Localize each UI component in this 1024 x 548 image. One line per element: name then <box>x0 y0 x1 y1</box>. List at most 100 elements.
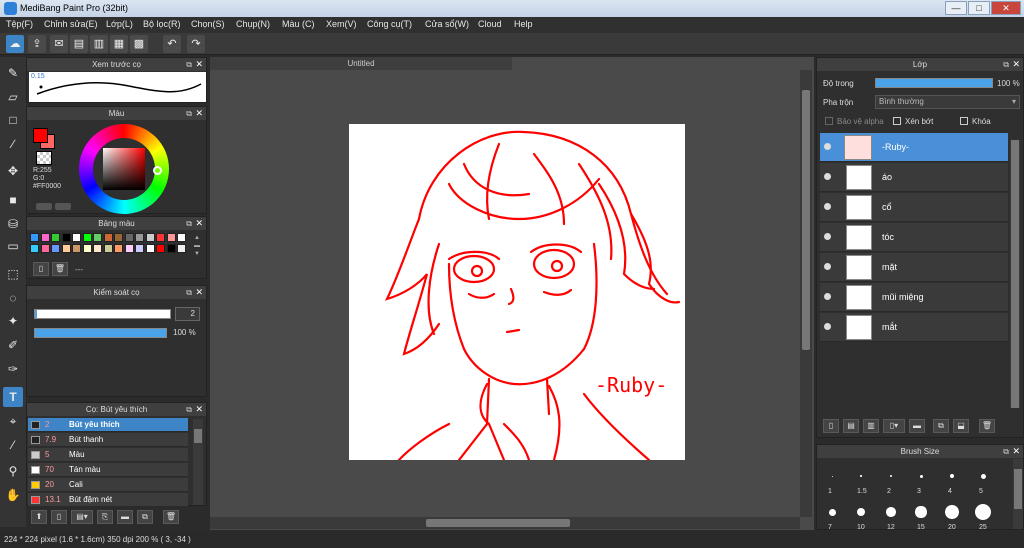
folder-icon[interactable]: ▬ <box>117 510 133 524</box>
palette-swatch[interactable] <box>166 233 176 242</box>
palette-swatch[interactable] <box>114 244 123 253</box>
cloud-icon[interactable]: ☁ <box>6 35 24 53</box>
copy-brush-icon[interactable]: ⎘ <box>97 510 113 524</box>
close-icon[interactable]: ✕ <box>195 107 203 120</box>
palette-swatch[interactable] <box>72 244 81 253</box>
menu-view[interactable]: Xem(V) <box>326 19 357 29</box>
menu-tools[interactable]: Công cụ(T) <box>367 19 412 29</box>
merge-layer-icon[interactable]: ⬓ <box>953 419 969 433</box>
palette-swatch[interactable] <box>51 244 60 253</box>
float-icon[interactable]: ⧉ <box>186 58 192 71</box>
layer-item[interactable]: áo <box>820 163 1008 192</box>
brush-list-item[interactable]: 20 Cali <box>28 478 188 492</box>
visibility-eye-icon[interactable] <box>824 323 831 330</box>
redo-icon[interactable]: ↷ <box>187 35 205 53</box>
fill-rect-tool-icon[interactable]: ■ <box>3 190 23 210</box>
brush-size-preset[interactable] <box>831 475 833 477</box>
page-icon[interactable]: ▥ <box>90 35 108 53</box>
palette-swatch[interactable] <box>124 244 134 253</box>
brush-size-preset[interactable] <box>980 473 986 479</box>
brush-list-item[interactable]: 7.9 Bút thanh <box>28 433 188 447</box>
transparent-color-swatch[interactable] <box>36 151 52 165</box>
bucket-tool-icon[interactable]: ⛁ <box>3 214 23 234</box>
duplicate-layer-icon[interactable]: ⧉ <box>933 419 949 433</box>
new-8bit-layer-icon[interactable]: ▥ <box>863 419 879 433</box>
select-rect-tool-icon[interactable]: ⬚ <box>3 264 23 284</box>
visibility-eye-icon[interactable] <box>824 173 831 180</box>
palette-swatch[interactable] <box>82 233 92 242</box>
dot-tool-icon[interactable]: ∕ <box>3 134 23 154</box>
new-halftone-layer-icon[interactable]: ▤ <box>843 419 859 433</box>
lasso-tool-icon[interactable]: ◌ <box>3 288 23 308</box>
float-icon[interactable]: ⧉ <box>1003 58 1009 71</box>
menu-window[interactable]: Cửa sổ(W) <box>425 19 469 29</box>
palette-swatch[interactable] <box>93 233 102 242</box>
brush-list-item[interactable]: 2 Bút yêu thích <box>28 418 188 432</box>
brush-size-preset[interactable] <box>950 474 954 478</box>
vertical-scrollbar[interactable] <box>800 70 812 517</box>
lock-checkbox[interactable] <box>960 117 968 125</box>
palette-swatch[interactable] <box>40 233 50 242</box>
duplicate-icon[interactable]: ⧉ <box>137 510 153 524</box>
close-icon[interactable]: ✕ <box>195 58 203 71</box>
gradient-tool-icon[interactable]: ▭ <box>3 236 23 256</box>
magic-wand-tool-icon[interactable]: ✦ <box>3 311 23 331</box>
visibility-eye-icon[interactable] <box>824 233 831 240</box>
palette-swatch[interactable] <box>177 233 186 242</box>
palette-swatch[interactable] <box>114 233 123 242</box>
palette-swatch[interactable] <box>156 244 165 253</box>
menu-select[interactable]: Chọn(S) <box>191 19 225 29</box>
brush-list-item[interactable]: 70 Tán màu <box>28 463 188 477</box>
palette-swatch[interactable] <box>156 233 165 242</box>
hue-wheel[interactable] <box>79 124 169 214</box>
menu-cloud[interactable]: Cloud <box>478 19 502 29</box>
protect-alpha-checkbox[interactable] <box>825 117 833 125</box>
brush-size-preset[interactable] <box>860 475 862 477</box>
palette-swatch[interactable] <box>93 244 102 253</box>
share-icon[interactable]: ⇪ <box>28 35 46 53</box>
menu-layer[interactable]: Lớp(L) <box>106 19 133 29</box>
layer-item[interactable]: mặt <box>820 253 1008 282</box>
palette-swatch[interactable] <box>40 244 50 253</box>
close-icon[interactable]: ✕ <box>195 403 203 416</box>
palette-swatch[interactable] <box>166 244 176 253</box>
primary-color-swatch[interactable] <box>33 128 48 143</box>
palette-swatch[interactable] <box>61 244 71 253</box>
brush-list-scroll-thumb[interactable] <box>194 429 202 443</box>
palette-scroll[interactable]: ▲ ▬ ▼ <box>194 234 202 260</box>
visibility-eye-icon[interactable] <box>824 203 831 210</box>
rectangle-tool-icon[interactable]: □ <box>3 110 23 130</box>
close-icon[interactable]: ✕ <box>1012 58 1020 71</box>
brush-size-scroll-thumb[interactable] <box>1014 469 1022 509</box>
brush-size-preset[interactable] <box>886 507 896 517</box>
brush-size-scrollbar[interactable] <box>1013 459 1023 529</box>
float-icon[interactable]: ⧉ <box>186 217 192 230</box>
palette-swatch[interactable] <box>135 233 144 242</box>
float-icon[interactable]: ⧉ <box>186 403 192 416</box>
add-color-button[interactable] <box>36 203 52 210</box>
horizontal-scroll-thumb[interactable] <box>426 519 570 527</box>
document-icon[interactable]: ▤ <box>70 35 88 53</box>
close-icon[interactable]: ✕ <box>1012 445 1020 458</box>
add-brush-icon[interactable]: ⬆ <box>31 510 47 524</box>
layer-opacity-slider[interactable] <box>875 78 993 88</box>
menu-edit[interactable]: Chỉnh sửa(E) <box>44 19 98 29</box>
pages-icon[interactable]: ▦ <box>110 35 128 53</box>
select-pen-tool-icon[interactable]: ✐ <box>3 335 23 355</box>
brush-menu-icon[interactable]: ▤▾ <box>71 510 93 524</box>
menu-file[interactable]: Tệp(F) <box>6 19 33 29</box>
float-icon[interactable]: ⧉ <box>1003 445 1009 458</box>
visibility-eye-icon[interactable] <box>824 143 831 150</box>
menu-help[interactable]: Help <box>514 19 533 29</box>
delete-brush-icon[interactable]: 🗑 <box>163 510 179 524</box>
palette-swatch[interactable] <box>145 233 155 242</box>
palette-swatch[interactable] <box>145 244 155 253</box>
palette-swatch[interactable] <box>103 244 113 253</box>
layers-scroll-thumb[interactable] <box>1011 140 1019 408</box>
palette-swatch[interactable] <box>82 244 92 253</box>
layers-scrollbar[interactable] <box>1010 140 1020 408</box>
divide-tool-icon[interactable]: ⁄ <box>3 435 23 455</box>
new-layer-icon[interactable]: ▯ <box>823 419 839 433</box>
brush-size-preset[interactable] <box>945 505 959 519</box>
new-palette-icon[interactable]: ▯ <box>33 262 49 276</box>
